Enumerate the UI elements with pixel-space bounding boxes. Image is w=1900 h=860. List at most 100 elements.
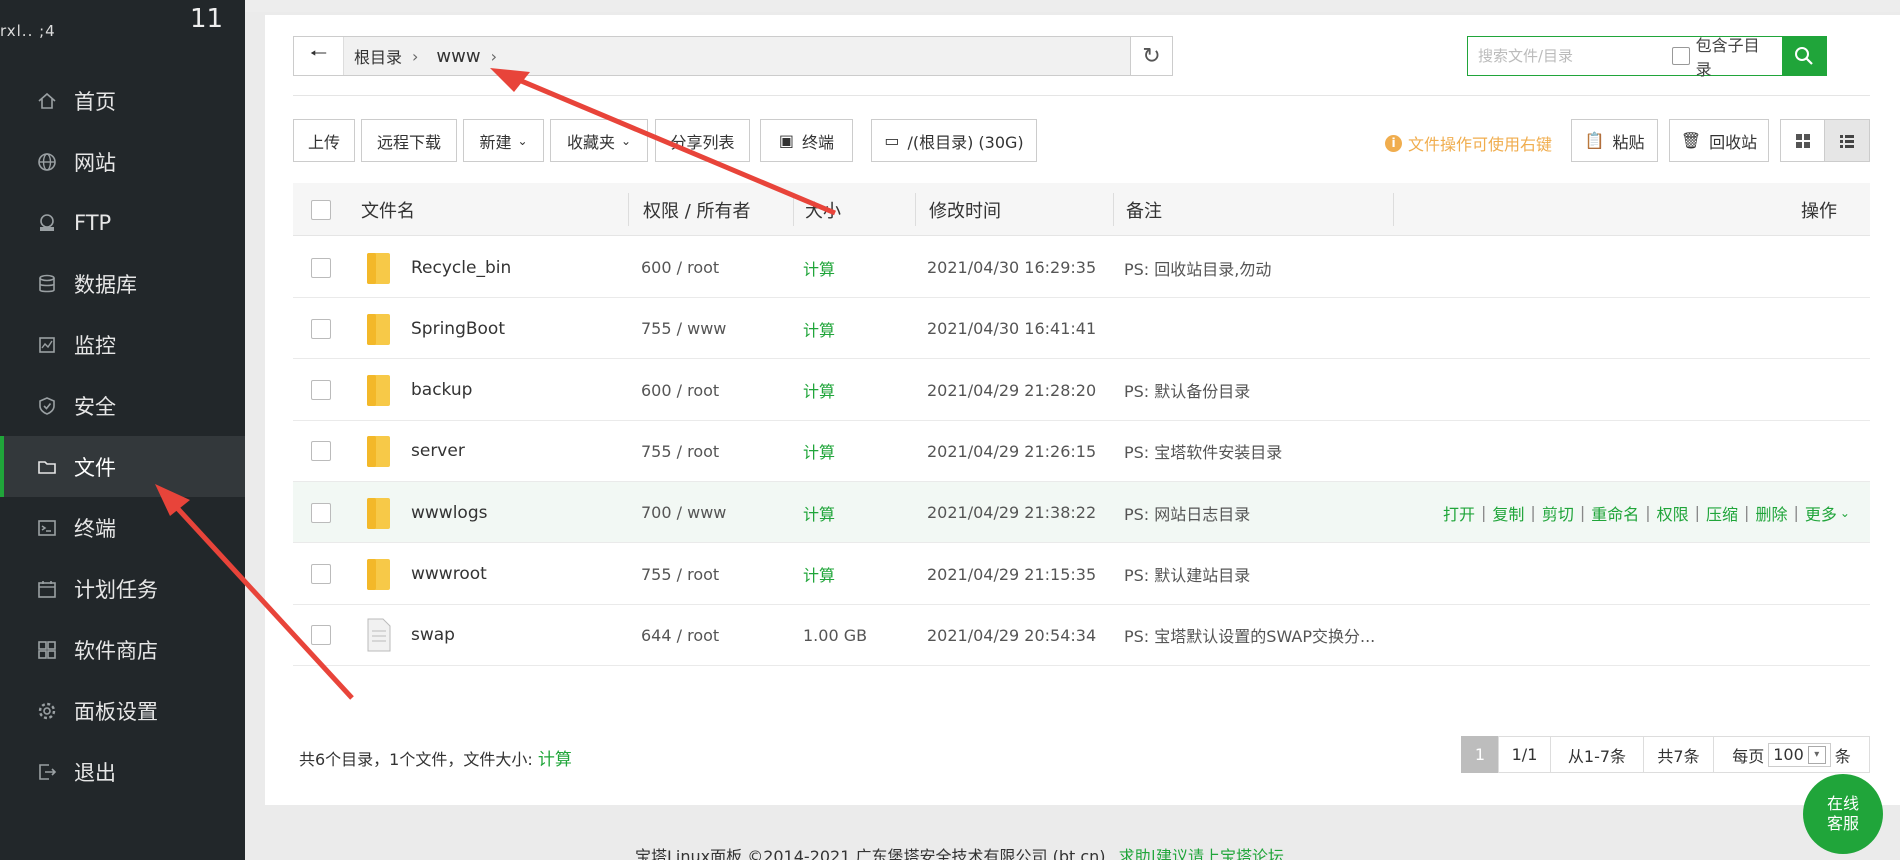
table-row[interactable]: backup 600 / root 计算 2021/04/29 21:28:20 PS:… <box>293 360 1870 421</box>
table-row[interactable]: wwwroot 755 / root 计算 2021/04/29 21:15:35 PS… <box>293 544 1870 605</box>
file-size[interactable]: 计算 <box>803 298 835 359</box>
sidebar-item-1[interactable]: 网站 <box>0 131 245 192</box>
sidebar-item-9[interactable]: 软件商店 <box>0 619 245 680</box>
file-perm[interactable]: 600 / root <box>641 237 719 298</box>
recycle-bin-button[interactable]: 🗑 回收站 <box>1669 119 1769 162</box>
row-action-3[interactable]: 重命名 <box>1591 501 1639 525</box>
breadcrumb-root[interactable]: 根目录 <box>354 44 402 68</box>
checkbox[interactable] <box>311 380 331 401</box>
row-action-6[interactable]: 删除 <box>1755 501 1787 525</box>
checkbox[interactable] <box>311 257 331 278</box>
checkbox[interactable] <box>311 318 331 339</box>
file-name[interactable]: wwwroot <box>411 544 487 605</box>
row-checkbox[interactable] <box>311 237 331 298</box>
file-size[interactable]: 计算 <box>803 421 835 482</box>
list-view-button[interactable] <box>1824 119 1870 162</box>
paste-button[interactable]: 📋 粘贴 <box>1571 119 1658 162</box>
file-perm[interactable]: 755 / root <box>641 421 719 482</box>
row-checkbox[interactable] <box>311 360 331 421</box>
file-size[interactable]: 计算 <box>803 482 835 543</box>
file-perm[interactable]: 755 / www <box>641 298 726 359</box>
sidebar-item-7[interactable]: 终端 <box>0 497 245 558</box>
row-checkbox[interactable] <box>311 544 331 605</box>
file-note[interactable]: PS: 默认建站目录 <box>1124 544 1250 605</box>
checkbox[interactable] <box>311 199 331 220</box>
table-row[interactable]: swap 644 / root 1.00 GB 2021/04/29 20:54:34… <box>293 605 1870 666</box>
breadcrumb-www[interactable]: www <box>436 46 480 67</box>
row-action-7[interactable]: 更多 <box>1805 501 1837 525</box>
sidebar-item-5[interactable]: 安全 <box>0 375 245 436</box>
file-perm[interactable]: 700 / www <box>641 482 726 543</box>
online-support-button[interactable]: 在线客服 <box>1803 774 1883 854</box>
search-input[interactable] <box>1468 37 1672 75</box>
row-checkbox[interactable] <box>311 482 331 543</box>
forum-link[interactable]: 求助|建议请上宝塔论坛 <box>1119 847 1284 860</box>
checkbox[interactable] <box>311 564 331 584</box>
file-perm[interactable]: 644 / root <box>641 605 719 666</box>
header-mtime[interactable]: 修改时间 <box>929 183 1001 236</box>
header-size[interactable]: 大小 <box>805 183 841 236</box>
sidebar-item-8[interactable]: 计划任务 <box>0 558 245 619</box>
checkbox[interactable] <box>311 502 331 523</box>
header-name[interactable]: 文件名 <box>361 183 415 236</box>
share-list-label: 分享列表 <box>670 132 735 152</box>
disk-button[interactable]: ▭ /(根目录) (30G) <box>871 119 1037 162</box>
table-row[interactable]: server 755 / root 计算 2021/04/29 21:26:15 PS:… <box>293 421 1870 482</box>
file-note[interactable]: PS: 宝塔软件安装目录 <box>1124 421 1282 482</box>
sidebar-item-11[interactable]: 退出 <box>0 741 245 802</box>
file-size[interactable]: 计算 <box>803 237 835 298</box>
folder-icon <box>36 456 58 478</box>
file-note[interactable]: PS: 网站日志目录 <box>1124 482 1250 543</box>
file-perm[interactable]: 600 / root <box>641 360 719 421</box>
file-name[interactable]: swap <box>411 605 455 666</box>
sidebar-item-3[interactable]: 数据库 <box>0 253 245 314</box>
file-note[interactable]: PS: 回收站目录,勿动 <box>1124 237 1271 298</box>
checkbox[interactable] <box>311 625 331 646</box>
file-name[interactable]: backup <box>411 360 472 421</box>
file-name[interactable]: server <box>411 421 465 482</box>
row-checkbox[interactable] <box>311 605 331 666</box>
row-action-5[interactable]: 压缩 <box>1706 501 1738 525</box>
row-action-0[interactable]: 打开 <box>1443 501 1475 525</box>
table-row[interactable]: Recycle_bin 600 / root 计算 2021/04/30 16:29:… <box>293 237 1870 298</box>
checkbox[interactable] <box>1672 47 1690 65</box>
row-checkbox[interactable] <box>311 421 331 482</box>
terminal-button[interactable]: ▣ 终端 <box>760 119 853 162</box>
table-row[interactable]: SpringBoot 755 / www 计算 2021/04/30 16:41:41 <box>293 298 1870 360</box>
file-note[interactable]: PS: 默认备份目录 <box>1124 360 1250 421</box>
refresh-button[interactable]: ↻ <box>1130 36 1173 76</box>
file-name[interactable]: wwwlogs <box>411 482 487 543</box>
file-size[interactable]: 计算 <box>803 544 835 605</box>
page-current[interactable]: 1 <box>1461 736 1499 773</box>
row-action-2[interactable]: 剪切 <box>1542 501 1574 525</box>
upload-button[interactable]: 上传 <box>293 119 355 162</box>
file-perm[interactable]: 755 / root <box>641 544 719 605</box>
checkbox[interactable] <box>311 441 331 462</box>
file-name[interactable]: Recycle_bin <box>411 237 511 298</box>
sidebar-item-4[interactable]: 监控 <box>0 314 245 375</box>
file-name[interactable]: SpringBoot <box>411 298 505 359</box>
summary: 共6个目录，1个文件，文件大小: 计算 <box>299 745 572 770</box>
share-list-button[interactable]: 分享列表 <box>655 119 750 162</box>
favorites-button[interactable]: 收藏夹 ⌄ <box>550 119 648 162</box>
sidebar-item-10[interactable]: 面板设置 <box>0 680 245 741</box>
row-checkbox[interactable] <box>311 298 331 359</box>
include-subdir-checkbox[interactable]: 包含子目录 <box>1672 32 1774 80</box>
file-size[interactable]: 计算 <box>803 360 835 421</box>
sidebar-item-0[interactable]: 首页 <box>0 70 245 131</box>
select-all-checkbox[interactable] <box>311 183 331 236</box>
calc-total-size-link[interactable]: 计算 <box>538 750 572 770</box>
sidebar-item-2[interactable]: FTP <box>0 192 245 253</box>
header-perm[interactable]: 权限 / 所有者 <box>643 183 751 236</box>
back-button[interactable]: 🠐 <box>294 37 344 75</box>
search-button[interactable] <box>1781 36 1827 76</box>
remote-download-button[interactable]: 远程下载 <box>361 119 457 162</box>
grid-view-button[interactable] <box>1780 119 1826 162</box>
new-button[interactable]: 新建 ⌄ <box>463 119 544 162</box>
table-row[interactable]: wwwlogs 700 / www 计算 2021/04/29 21:38:22 PS:… <box>293 482 1870 544</box>
sidebar-item-6[interactable]: 文件 <box>0 436 245 497</box>
per-page-select[interactable]: 100 ▾ <box>1768 742 1831 767</box>
file-note[interactable]: PS: 宝塔默认设置的SWAP交换分... <box>1124 605 1375 666</box>
row-action-4[interactable]: 权限 <box>1657 501 1689 525</box>
row-action-1[interactable]: 复制 <box>1492 501 1524 525</box>
